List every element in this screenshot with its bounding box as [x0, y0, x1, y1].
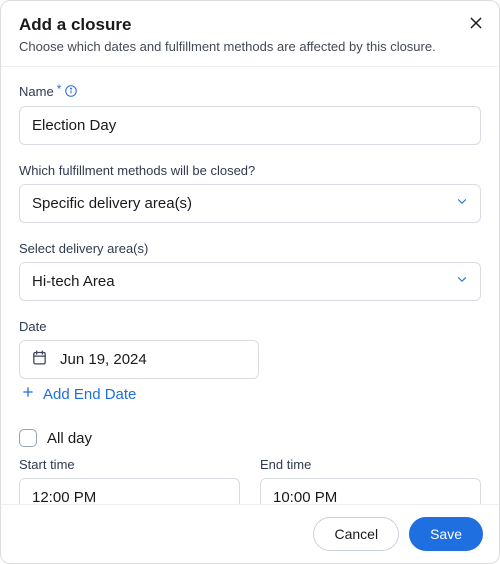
- required-asterisk: *: [57, 82, 62, 96]
- modal-header: Add a closure Choose which dates and ful…: [1, 1, 499, 67]
- start-time-label: Start time: [19, 457, 240, 472]
- add-closure-modal: Add a closure Choose which dates and ful…: [0, 0, 500, 564]
- area-select[interactable]: Hi-tech Area: [19, 262, 481, 301]
- area-field: Select delivery area(s) Hi-tech Area: [19, 241, 481, 301]
- modal-subtitle: Choose which dates and fulfillment metho…: [19, 39, 481, 54]
- name-label-text: Name: [19, 84, 54, 99]
- start-time-input[interactable]: [19, 478, 240, 504]
- end-time-label: End time: [260, 457, 481, 472]
- calendar-icon: [31, 349, 48, 371]
- modal-title: Add a closure: [19, 15, 481, 35]
- date-input[interactable]: [19, 340, 259, 379]
- modal-body: Name * Which fulfillment methods will be…: [1, 67, 499, 504]
- modal-footer: Cancel Save: [1, 504, 499, 563]
- name-input[interactable]: [19, 106, 481, 145]
- fulfillment-field: Which fulfillment methods will be closed…: [19, 163, 481, 223]
- all-day-checkbox[interactable]: [19, 429, 37, 447]
- name-label: Name *: [19, 83, 481, 100]
- fulfillment-label: Which fulfillment methods will be closed…: [19, 163, 481, 178]
- close-icon: [468, 15, 484, 34]
- save-button[interactable]: Save: [409, 517, 483, 551]
- add-end-date-button[interactable]: Add End Date: [19, 379, 138, 405]
- fulfillment-select[interactable]: Specific delivery area(s): [19, 184, 481, 223]
- info-icon[interactable]: [64, 83, 78, 100]
- all-day-row: All day: [19, 429, 481, 447]
- all-day-label: All day: [47, 430, 92, 447]
- close-button[interactable]: [463, 11, 489, 37]
- area-label: Select delivery area(s): [19, 241, 481, 256]
- add-end-date-label: Add End Date: [43, 386, 136, 403]
- date-label: Date: [19, 319, 481, 334]
- cancel-button[interactable]: Cancel: [313, 517, 399, 551]
- plus-icon: [21, 385, 35, 403]
- end-time-input[interactable]: [260, 478, 481, 504]
- end-time-field: End time: [260, 457, 481, 504]
- time-row: Start time End time: [19, 457, 481, 504]
- name-field: Name *: [19, 83, 481, 145]
- start-time-field: Start time: [19, 457, 240, 504]
- date-field: Date Add End Date: [19, 319, 481, 405]
